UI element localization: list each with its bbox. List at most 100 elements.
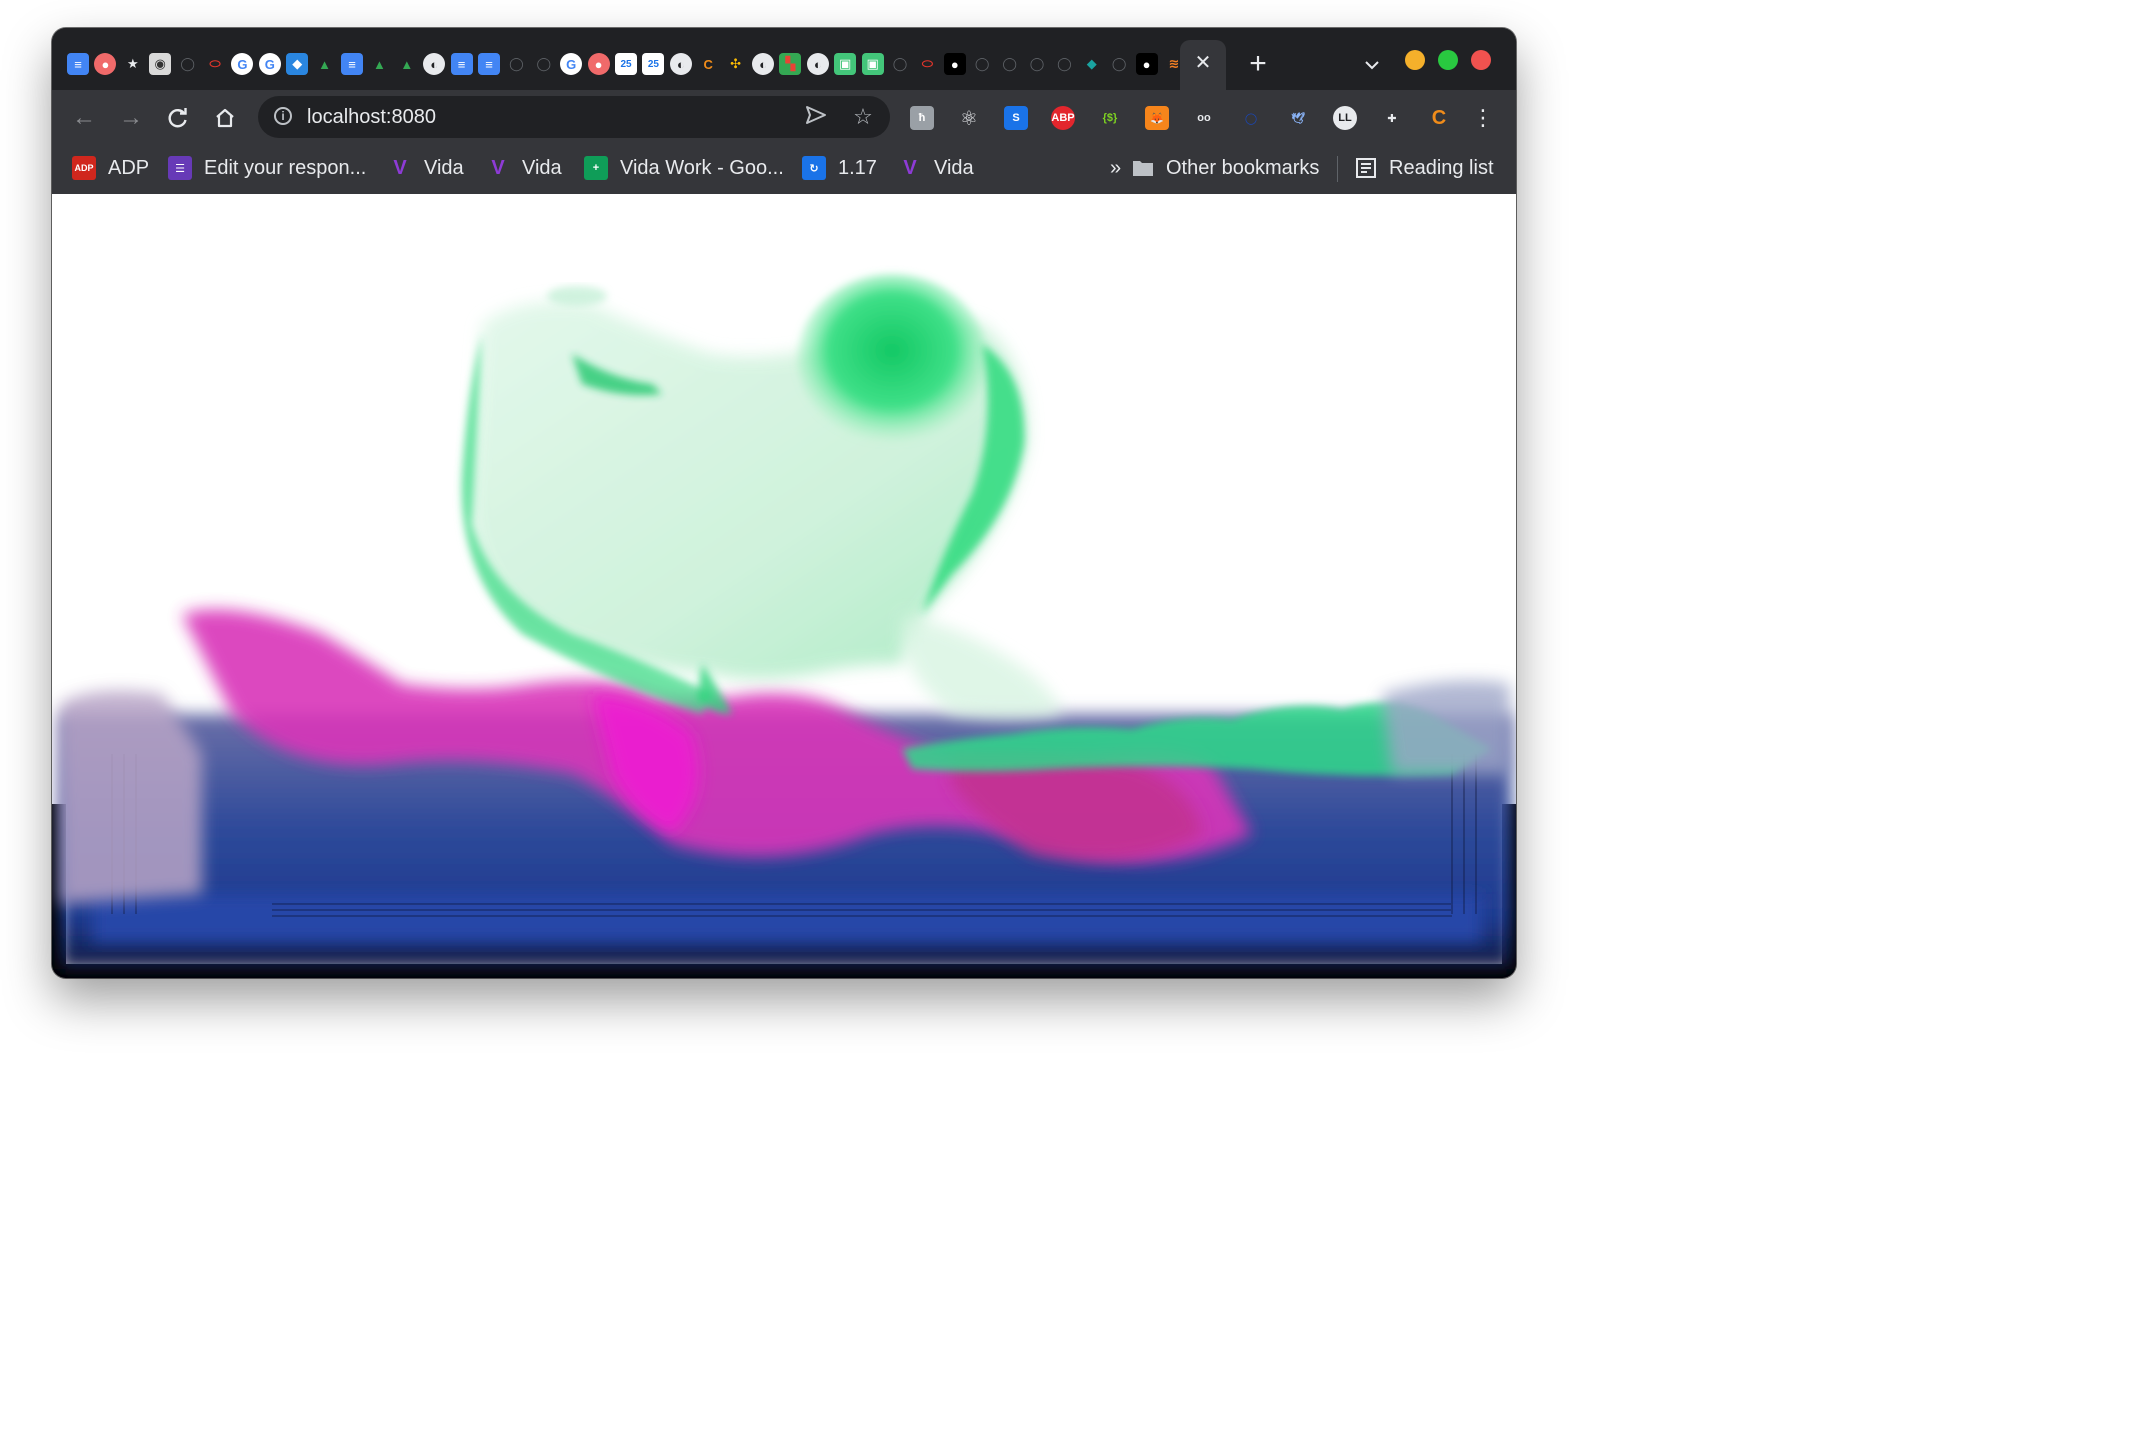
fluid-green-wisp — [547, 286, 607, 306]
tab-github-icon[interactable]: ◯ — [1108, 53, 1130, 75]
tab-globe-icon[interactable]: ◐ — [423, 53, 446, 75]
hashnode-icon[interactable]: ħ — [910, 106, 934, 130]
tab-box-icon[interactable]: ▣ — [834, 53, 857, 75]
forward-button[interactable]: → — [116, 103, 146, 133]
bookmark-1-17[interactable]: ↻ 1.17 — [802, 154, 877, 182]
fluid-green-trail — [902, 614, 1062, 719]
bird-icon[interactable]: 🕊 — [1286, 106, 1310, 130]
window-close-button[interactable] — [1471, 50, 1491, 70]
fluid-base-band — [92, 894, 1482, 942]
tab-pinwheel-icon[interactable]: ✣ — [725, 53, 747, 75]
tab-grid-icon[interactable]: ▚ — [779, 53, 802, 75]
tab-globe-icon[interactable]: ◐ — [752, 53, 774, 75]
tab-drive-icon[interactable]: ▲ — [368, 53, 390, 75]
home-button[interactable] — [210, 103, 240, 133]
react-icon[interactable]: ⚛ — [957, 106, 981, 130]
window-maximize-button[interactable] — [1438, 50, 1458, 70]
new-tab-button[interactable]: + — [1244, 49, 1272, 79]
ring-icon[interactable]: ◯ — [1239, 106, 1263, 130]
tab-google-icon[interactable]: G — [231, 53, 254, 75]
tab-bear-icon[interactable]: ● — [943, 53, 966, 75]
tab-github-icon[interactable]: ◯ — [1053, 53, 1075, 75]
s-icon[interactable]: S — [1004, 106, 1028, 130]
tab-globe-icon[interactable]: ◐ — [669, 53, 692, 75]
bookmark-vida[interactable]: V Vida — [486, 154, 561, 182]
fluid-right-block — [1382, 680, 1510, 774]
tab-calendar-icon[interactable]: 25 — [615, 53, 637, 75]
kebab-menu-icon[interactable]: ⋮ — [1468, 103, 1498, 133]
tab-google-icon[interactable]: G — [258, 53, 281, 75]
tab-globe-icon[interactable]: ◐ — [806, 53, 829, 75]
tab-docs-icon[interactable]: ≡ — [478, 53, 500, 75]
other-bookmarks[interactable]: Other bookmarks — [1132, 154, 1319, 182]
tab-c-icon[interactable]: C — [697, 53, 719, 75]
tab-calendar-icon[interactable]: 25 — [642, 53, 665, 75]
send-icon[interactable] — [804, 105, 828, 129]
bookmarks-overflow-button[interactable]: » — [1110, 154, 1121, 182]
bookmark-label: Edit your respon... — [204, 156, 367, 179]
tab-eye-icon[interactable]: ◉ — [149, 53, 172, 75]
tab-docs-icon[interactable]: ≡ — [341, 53, 363, 75]
bookmarks-bar: ADP ADP ☰ Edit your respon... V Vida V Vida + Vid… — [52, 144, 1516, 194]
vida-icon: V — [903, 156, 917, 179]
tab-google-icon[interactable]: G — [560, 53, 583, 75]
c-icon[interactable]: C — [1427, 106, 1451, 130]
vida-icon: V — [491, 156, 505, 179]
bookmark-label: Vida — [934, 156, 974, 179]
tab-drive-icon[interactable]: ▲ — [314, 53, 336, 75]
bookmark-label: Vida — [424, 156, 464, 179]
forms-icon: ☰ — [168, 156, 192, 180]
abp-icon[interactable]: ABP — [1051, 106, 1075, 130]
tab-diamond-icon[interactable]: ◆ — [1081, 53, 1103, 75]
bookmark-vida-work-goo[interactable]: + Vida Work - Goo... — [584, 154, 784, 182]
ll-icon[interactable]: LL — [1333, 106, 1357, 130]
tab-github-icon[interactable]: ◯ — [177, 53, 199, 75]
puzzle-icon[interactable]: ✚ — [1380, 106, 1404, 130]
fluid-simulation-render[interactable] — [52, 194, 1516, 978]
close-icon[interactable]: ✕ — [1192, 52, 1214, 74]
window-minimize-button[interactable] — [1405, 50, 1425, 70]
tab-docs-icon[interactable]: ≡ — [450, 53, 473, 75]
tab-github-icon[interactable]: ◯ — [999, 53, 1021, 75]
tab-search-button[interactable] — [1358, 50, 1386, 78]
bookmark-label: Vida Work - Goo... — [620, 156, 784, 179]
bookmark-adp[interactable]: ADP ADP — [72, 154, 149, 182]
bookmark-vida[interactable]: V Vida — [388, 154, 464, 182]
bookmark-edit-your-respon[interactable]: ☰ Edit your respon... — [168, 154, 366, 182]
tab-star-icon[interactable]: ★ — [122, 53, 144, 75]
app-icon: ↻ — [802, 156, 826, 180]
tab-cube-icon[interactable]: ◆ — [286, 53, 309, 75]
info-icon[interactable]: i — [274, 107, 292, 125]
tab-docs-icon[interactable]: ≡ — [67, 53, 89, 75]
back-button[interactable]: ← — [69, 103, 99, 133]
owl-icon[interactable]: oo — [1192, 106, 1216, 130]
tab-github-icon[interactable]: ◯ — [533, 53, 555, 75]
reload-button[interactable] — [163, 103, 193, 133]
tab-drive-icon[interactable]: ▲ — [396, 53, 418, 75]
tab-oval-icon[interactable]: ⬭ — [204, 53, 226, 75]
bookmark-label: 1.17 — [838, 156, 877, 179]
address-bar[interactable]: i localhost:8080 ☆ — [258, 96, 890, 138]
tab-asana-icon[interactable]: ● — [587, 53, 610, 75]
braces-icon[interactable]: {$} — [1098, 106, 1122, 130]
star-outline-icon[interactable]: ☆ — [851, 105, 875, 129]
tab-bear-icon[interactable]: ● — [1135, 53, 1158, 75]
active-tab[interactable]: ✕ — [1180, 40, 1226, 90]
bookmark-vida[interactable]: V Vida — [898, 154, 974, 182]
tab-box-icon[interactable]: ▣ — [861, 53, 884, 75]
reading-list-icon — [1356, 158, 1376, 178]
tab-github-icon[interactable]: ◯ — [889, 53, 911, 75]
chevron-down-icon — [1365, 61, 1379, 70]
page-canvas[interactable] — [52, 194, 1516, 978]
browser-toolbar: ← → i localhost:8080 ☆ ħ ⚛ S ABP {$} 🦊 o… — [52, 90, 1516, 144]
back-arrow-icon: ← — [72, 104, 96, 131]
tab-asana-icon[interactable]: ● — [94, 53, 117, 75]
tab-github-icon[interactable]: ◯ — [971, 53, 993, 75]
tab-github-icon[interactable]: ◯ — [505, 53, 527, 75]
tab-oval-icon[interactable]: ⬭ — [916, 53, 938, 75]
url-text[interactable]: localhost:8080 — [307, 105, 436, 129]
bookmark-label: ADP — [108, 156, 150, 179]
reading-list[interactable]: Reading list — [1355, 154, 1494, 182]
tab-github-icon[interactable]: ◯ — [1026, 53, 1048, 75]
metamask-icon[interactable]: 🦊 — [1145, 106, 1169, 130]
